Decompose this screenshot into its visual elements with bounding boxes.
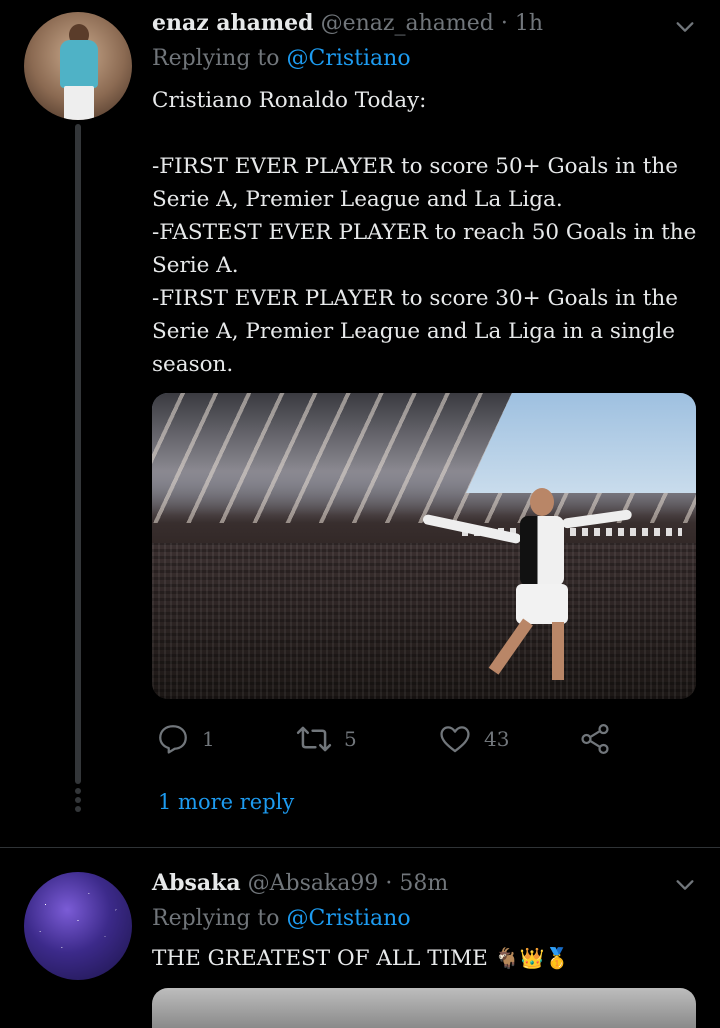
meta-separator: · <box>385 871 393 896</box>
tweet-photo[interactable] <box>152 393 696 699</box>
player-leg <box>552 622 564 680</box>
reply-icon <box>159 725 187 754</box>
like-icon <box>440 726 470 753</box>
share-icon <box>581 723 609 755</box>
player-jersey <box>520 516 564 586</box>
avatar[interactable] <box>24 872 132 980</box>
replying-label: Replying to <box>152 906 280 931</box>
like-count: 43 <box>484 727 510 751</box>
tweet-emoji: 🐐👑🥇 <box>494 946 570 970</box>
retweet-icon <box>296 726 332 752</box>
avatar-legs <box>64 86 94 120</box>
replying-label: Replying to <box>152 46 280 71</box>
user-handle[interactable]: @enaz_ahamed <box>321 11 494 36</box>
chevron-down-icon[interactable] <box>674 874 696 896</box>
stadium-crowd <box>152 543 696 699</box>
player-head <box>530 488 554 516</box>
display-name[interactable]: enaz ahamed <box>152 10 314 36</box>
tweet-header: Absaka @Absaka99 · 58m <box>152 870 448 896</box>
player-figure <box>422 488 633 688</box>
replying-handle[interactable]: @Cristiano <box>287 906 411 931</box>
like-button[interactable]: 43 <box>438 722 509 756</box>
avatar[interactable] <box>24 12 132 120</box>
reply-button[interactable]: 1 <box>156 722 215 756</box>
user-handle[interactable]: @Absaka99 <box>248 871 379 896</box>
tweet-body: THE GREATEST OF ALL TIME <box>152 946 488 971</box>
timestamp[interactable]: 1h <box>515 11 543 36</box>
thread-dot <box>75 788 81 794</box>
thread-dot <box>75 797 81 803</box>
tweet-body: Cristiano Ronaldo Today: -FIRST EVER PLA… <box>152 88 697 443</box>
thread-line <box>75 124 81 784</box>
retweet-count: 5 <box>344 727 357 751</box>
player-shorts <box>516 584 568 624</box>
tweet-text: THE GREATEST OF ALL TIME 🐐👑🥇 <box>152 942 702 975</box>
avatar-stars <box>24 872 132 980</box>
tweet-divider <box>0 847 720 848</box>
display-name[interactable]: Absaka <box>152 870 241 896</box>
retweet-button[interactable]: 5 <box>296 722 357 756</box>
share-button[interactable] <box>578 722 612 756</box>
thread-dot <box>75 806 81 812</box>
meta-separator: · <box>500 11 508 36</box>
tweet-photo[interactable] <box>152 988 696 1028</box>
replying-to: Replying to @Cristiano <box>152 46 411 71</box>
reply-count: 1 <box>202 727 215 751</box>
replying-to: Replying to @Cristiano <box>152 906 411 931</box>
timestamp[interactable]: 58m <box>399 871 448 896</box>
chevron-down-icon[interactable] <box>674 16 696 38</box>
avatar-shirt <box>60 40 98 88</box>
tweet-actions: 1 5 43 <box>0 722 720 758</box>
tweet-header: enaz ahamed @enaz_ahamed · 1h <box>152 10 543 36</box>
replying-handle[interactable]: @Cristiano <box>287 46 411 71</box>
more-reply-link[interactable]: 1 more reply <box>158 790 294 814</box>
thread-more-dots <box>74 788 82 815</box>
